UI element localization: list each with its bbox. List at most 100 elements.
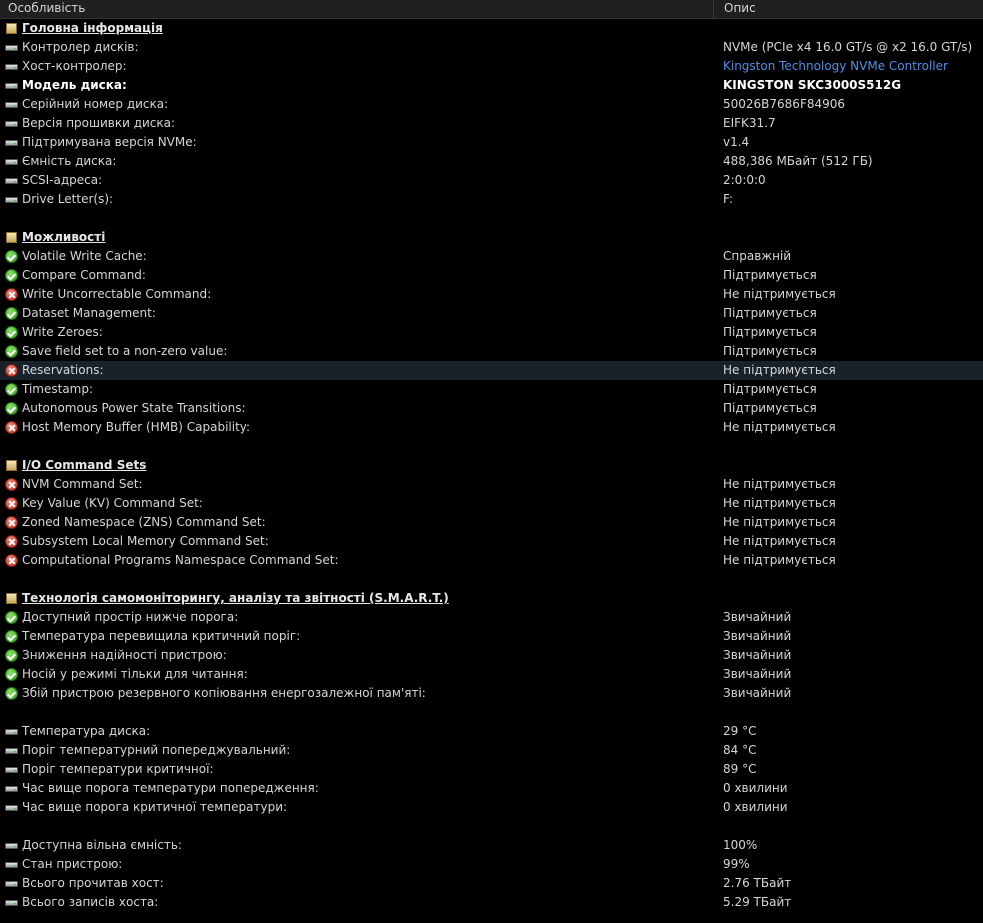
drive-icon — [5, 782, 18, 795]
property-row[interactable]: Доступна вільна ємність: 100% — [0, 836, 983, 855]
property-value: 84 °C — [723, 743, 757, 757]
property-row[interactable]: Збій пристрою резервного копіювання енер… — [0, 684, 983, 703]
property-row[interactable]: Volatile Write Cache: Справжній — [0, 247, 983, 266]
property-value-link[interactable]: Kingston Technology NVMe Controller — [723, 57, 948, 76]
property-value: 50026B7686F84906 — [723, 97, 846, 111]
property-label: NVM Command Set: — [22, 477, 143, 491]
property-value: Звичайний — [723, 629, 792, 643]
drive-icon — [5, 41, 18, 54]
property-row[interactable]: Поріг температурний попереджувальний: 84 … — [0, 741, 983, 760]
section-header[interactable]: I/O Command Sets — [0, 456, 983, 475]
drive-icon — [5, 98, 18, 111]
blank-row — [0, 437, 983, 456]
section-header[interactable]: Технологія самомоніторингу, аналізу та з… — [0, 589, 983, 608]
property-value: Не підтримується — [723, 420, 836, 434]
property-row[interactable]: Температура перевищила критичний поріг: З… — [0, 627, 983, 646]
column-header-feature[interactable]: Особливість — [0, 0, 714, 18]
property-row[interactable]: Всього прочитав хост: 2.76 ТБайт — [0, 874, 983, 893]
property-row[interactable]: Поріг температури критичної: 89 °C — [0, 760, 983, 779]
property-value: 29 °C — [723, 724, 757, 738]
column-header-description[interactable]: Опис — [715, 0, 983, 18]
property-row[interactable]: Save field set to a non-zero value: Підтр… — [0, 342, 983, 361]
property-row[interactable]: Час вище порога критичної температури: 0 … — [0, 798, 983, 817]
property-row[interactable]: Write Zeroes: Підтримується — [0, 323, 983, 342]
property-row[interactable]: Autonomous Power State Transitions: Підтр… — [0, 399, 983, 418]
property-row[interactable]: Reservations: Не підтримується — [0, 361, 983, 380]
property-label: I/O Command Sets — [22, 458, 147, 472]
drive-icon — [5, 725, 18, 738]
property-row[interactable]: Ємність диска: 488,386 МБайт (512 ГБ) — [0, 152, 983, 171]
property-label: Хост-контролер: — [22, 59, 127, 73]
property-label: Час вище порога температури попередження… — [22, 781, 319, 795]
section-header[interactable]: Можливості — [0, 228, 983, 247]
property-value: 89 °C — [723, 762, 757, 776]
property-row[interactable]: Версія прошивки диска: EIFK31.7 — [0, 114, 983, 133]
property-label: Модель диска: — [22, 78, 127, 92]
property-value: 488,386 МБайт (512 ГБ) — [723, 154, 873, 168]
property-row[interactable]: Key Value (KV) Command Set: Не підтримуєт… — [0, 494, 983, 513]
property-value: Справжній — [723, 249, 792, 263]
property-row[interactable]: Час вище порога температури попередження… — [0, 779, 983, 798]
property-value: Підтримується — [723, 401, 817, 415]
property-value: NVMe (PCIe x4 16.0 GT/s @ x2 16.0 GT/s) — [723, 40, 973, 54]
blank-row — [0, 703, 983, 722]
property-value: Не підтримується — [723, 363, 836, 377]
property-row[interactable]: Timestamp: Підтримується — [0, 380, 983, 399]
property-label: Температура перевищила критичний поріг: — [22, 629, 301, 643]
check-icon — [5, 611, 18, 624]
property-row[interactable]: Температура диска: 29 °C — [0, 722, 983, 741]
check-icon — [5, 383, 18, 396]
property-row[interactable]: Subsystem Local Memory Command Set: Не пі… — [0, 532, 983, 551]
property-value: 100% — [723, 838, 758, 852]
property-row[interactable]: Computational Programs Namespace Command… — [0, 551, 983, 570]
property-value: 99% — [723, 857, 750, 871]
property-value: F: — [723, 192, 734, 206]
drive-icon — [5, 858, 18, 871]
property-label: Серійний номер диска: — [22, 97, 169, 111]
check-icon — [5, 345, 18, 358]
property-row[interactable]: Серійний номер диска: 50026B7686F84906 — [0, 95, 983, 114]
property-row[interactable]: Хост-контролер: Kingston Technology NVMe … — [0, 57, 983, 76]
property-row[interactable]: Зниження надійності пристрою: Звичайний — [0, 646, 983, 665]
cross-icon — [5, 516, 18, 529]
drive-icon — [5, 744, 18, 757]
property-label: Timestamp: — [22, 382, 94, 396]
property-label: Доступний простір нижче порога: — [22, 610, 239, 624]
blank-row — [0, 570, 983, 589]
section-header[interactable]: Головна інформація — [0, 19, 983, 38]
property-row[interactable]: Drive Letter(s): F: — [0, 190, 983, 209]
property-row[interactable]: Стан пристрою: 99% — [0, 855, 983, 874]
property-row[interactable]: SCSI-адреса: 2:0:0:0 — [0, 171, 983, 190]
drive-icon — [5, 60, 18, 73]
property-value: 2:0:0:0 — [723, 173, 766, 187]
property-row[interactable]: Host Memory Buffer (HMB) Capability: Не п… — [0, 418, 983, 437]
property-row[interactable]: Zoned Namespace (ZNS) Command Set: Не під… — [0, 513, 983, 532]
property-value: Не підтримується — [723, 496, 836, 510]
property-label: Volatile Write Cache: — [22, 249, 147, 263]
property-row[interactable]: Модель диска: KINGSTON SKC3000S512G — [0, 76, 983, 95]
property-label: Write Uncorrectable Command: — [22, 287, 212, 301]
property-row[interactable]: Доступний простір нижче порога: Звичайний — [0, 608, 983, 627]
property-label: Key Value (KV) Command Set: — [22, 496, 203, 510]
property-row[interactable]: Контролер дисків: NVMe (PCIe x4 16.0 GT/s… — [0, 38, 983, 57]
property-value: 0 хвилини — [723, 781, 788, 795]
cross-icon — [5, 554, 18, 567]
section-icon — [5, 592, 18, 605]
property-row[interactable]: Всього записів хоста: 5.29 ТБайт — [0, 893, 983, 912]
property-label: Zoned Namespace (ZNS) Command Set: — [22, 515, 266, 529]
property-label: Головна інформація — [22, 21, 163, 35]
property-row[interactable]: NVM Command Set: Не підтримується — [0, 475, 983, 494]
property-row[interactable]: Носій у режимі тільки для читання: Звичай… — [0, 665, 983, 684]
cross-icon — [5, 288, 18, 301]
drive-icon — [5, 801, 18, 814]
property-row[interactable]: Write Uncorrectable Command: Не підтримує… — [0, 285, 983, 304]
property-row[interactable]: Compare Command: Підтримується — [0, 266, 983, 285]
property-value: EIFK31.7 — [723, 116, 776, 130]
drive-icon — [5, 763, 18, 776]
property-row[interactable]: Підтримувана версія NVMe: v1.4 — [0, 133, 983, 152]
property-row[interactable]: Dataset Management: Підтримується — [0, 304, 983, 323]
property-value: Не підтримується — [723, 553, 836, 567]
property-label: Subsystem Local Memory Command Set: — [22, 534, 269, 548]
property-label: Стан пристрою: — [22, 857, 123, 871]
property-label: Носій у режимі тільки для читання: — [22, 667, 248, 681]
